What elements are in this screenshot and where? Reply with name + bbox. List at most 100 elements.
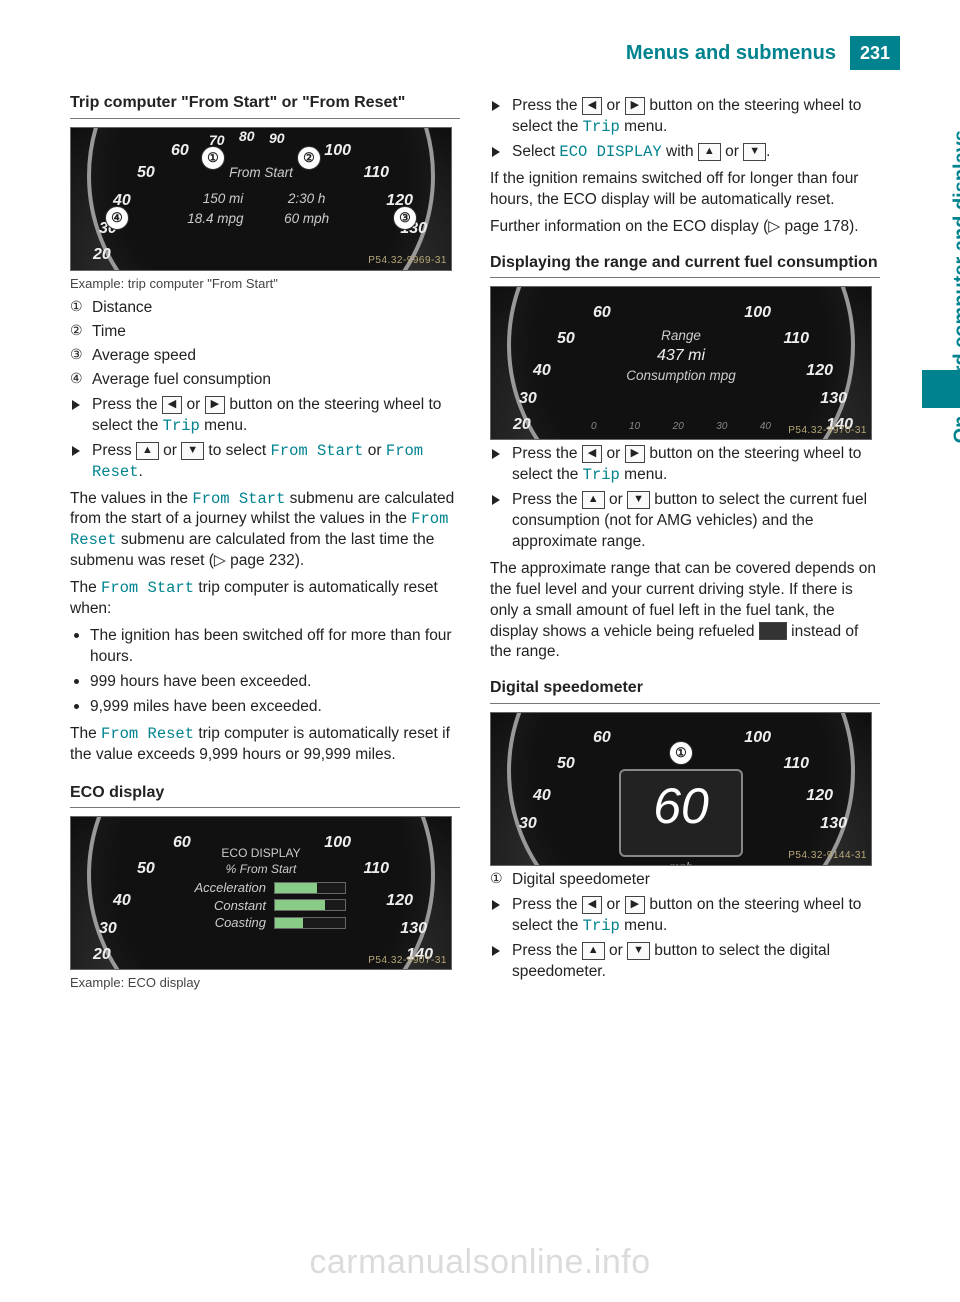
- column-right: Press the ◀ or ▶ button on the steering …: [490, 92, 880, 998]
- page-number: 231: [850, 36, 900, 70]
- legend-item: ② Time: [70, 322, 460, 343]
- figure-trip-computer: 20 30 40 50 60 70 80 90 100 110 120 130 …: [70, 127, 452, 271]
- legend-item: ① Distance: [70, 298, 460, 319]
- right-arrow-button-icon: ▶: [625, 97, 645, 115]
- figure-caption: Example: ECO display: [70, 974, 460, 992]
- section-side-tab: [922, 370, 960, 408]
- callout-1-icon: ①: [669, 741, 693, 765]
- left-arrow-button-icon: ◀: [582, 445, 602, 463]
- gauge-label: Consumption mpg: [626, 367, 736, 385]
- menu-name: From Start: [101, 579, 194, 597]
- figure-caption: Example: trip computer "From Start": [70, 275, 460, 293]
- heading-rule: [490, 277, 880, 278]
- body-text: Further information on the ECO display (…: [490, 217, 880, 238]
- legend-num-icon: ③: [70, 347, 83, 366]
- step-item: Press the ▲ or ▼ button to select the cu…: [490, 490, 880, 553]
- figure-digital-speedo: 30 40 50 60 100 110 120 130 ① 60 mph P54…: [490, 712, 872, 866]
- gauge-label: ECO DISPLAY: [221, 845, 300, 861]
- gauge-label: From Start: [229, 164, 293, 182]
- gauge-value-mpg: 18.4 mpg: [187, 210, 243, 228]
- left-arrow-button-icon: ◀: [162, 396, 182, 414]
- figure-range: 20 30 40 50 60 100 110 120 130 140 Range…: [490, 286, 872, 440]
- legend-num-icon: ②: [70, 323, 83, 342]
- up-arrow-button-icon: ▲: [136, 442, 159, 460]
- step-triangle-icon: [492, 449, 500, 459]
- gauge-value-time: 2:30 h: [288, 190, 326, 208]
- step-item: Press ▲ or ▼ to select From Start or Fro…: [70, 441, 460, 483]
- figure-code: P54.32-9969-31: [368, 254, 447, 268]
- heading-trip-computer: Trip computer "From Start" or "From Rese…: [70, 92, 460, 114]
- speedo-value: 60: [621, 781, 741, 831]
- legend-label: Average fuel consumption: [92, 371, 271, 388]
- right-arrow-button-icon: ▶: [625, 445, 645, 463]
- bullet-item: The ignition has been switched off for m…: [70, 626, 460, 668]
- callout-4-icon: ④: [105, 206, 129, 230]
- step-item: Press the ◀ or ▶ button on the steering …: [70, 395, 460, 437]
- legend-label: Time: [92, 323, 126, 340]
- header-title: Menus and submenus: [626, 36, 850, 70]
- menu-name: ECO DISPLAY: [559, 143, 661, 161]
- up-arrow-button-icon: ▲: [582, 491, 605, 509]
- heading-rule: [490, 703, 880, 704]
- menu-name: Trip: [583, 118, 620, 136]
- right-arrow-button-icon: ▶: [205, 396, 225, 414]
- eco-row-label: Acceleration: [176, 879, 266, 897]
- legend-item: ④Average fuel consumption: [70, 370, 460, 391]
- callout-3-icon: ③: [393, 206, 417, 230]
- body-text: The values in the From Start submenu are…: [70, 489, 460, 573]
- gauge-tick: 20: [93, 244, 111, 266]
- step-item: Press the ▲ or ▼ button to select the di…: [490, 941, 880, 983]
- step-item: Press the ◀ or ▶ button on the steering …: [490, 895, 880, 937]
- body-text: If the ignition remains switched off for…: [490, 169, 880, 211]
- right-arrow-button-icon: ▶: [625, 896, 645, 914]
- step-triangle-icon: [492, 101, 500, 111]
- step-triangle-icon: [72, 446, 80, 456]
- up-arrow-button-icon: ▲: [582, 942, 605, 960]
- gauge-label: % From Start: [226, 861, 297, 877]
- down-arrow-button-icon: ▼: [627, 491, 650, 509]
- consumption-scale: 010203040: [591, 420, 771, 434]
- page-content: Trip computer "From Start" or "From Rese…: [70, 92, 880, 998]
- step-triangle-icon: [72, 400, 80, 410]
- step-item: Press the ◀ or ▶ button on the steering …: [490, 96, 880, 138]
- step-triangle-icon: [492, 147, 500, 157]
- speedo-unit: mph: [619, 859, 743, 866]
- legend-num-icon: ①: [70, 299, 83, 318]
- figure-code: P54.32-9970-31: [788, 424, 867, 438]
- down-arrow-button-icon: ▼: [627, 942, 650, 960]
- menu-name: Trip: [583, 917, 620, 935]
- bullet-item: 999 hours have been exceeded.: [70, 672, 460, 693]
- step-triangle-icon: [492, 495, 500, 505]
- legend-label: Distance: [92, 299, 152, 316]
- gauge-value-range: 437 mi: [657, 345, 705, 367]
- gauge-tick: 50: [137, 162, 155, 184]
- body-text: The From Start trip computer is automati…: [70, 578, 460, 620]
- legend-label: Digital speedometer: [512, 871, 650, 888]
- step-triangle-icon: [492, 900, 500, 910]
- heading-range: Displaying the range and current fuel co…: [490, 252, 880, 274]
- watermark: carmanualsonline.info: [309, 1243, 650, 1282]
- callout-2-icon: ②: [297, 146, 321, 170]
- menu-name: From Start: [192, 490, 285, 508]
- gauge-value-distance: 150 mi: [203, 190, 244, 208]
- step-item: Select ECO DISPLAY with ▲ or ▼.: [490, 142, 880, 163]
- gauge-tick: 60: [171, 140, 189, 162]
- legend-label: Average speed: [92, 347, 196, 364]
- eco-bar: [274, 882, 346, 894]
- gauge-tick: 80: [239, 127, 255, 146]
- legend-item: ③ Average speed: [70, 346, 460, 367]
- legend-num-icon: ①: [490, 871, 503, 890]
- page-header: Menus and submenus 231: [626, 36, 900, 70]
- down-arrow-button-icon: ▼: [181, 442, 204, 460]
- heading-digital-speedo: Digital speedometer: [490, 677, 880, 699]
- column-left: Trip computer "From Start" or "From Rese…: [70, 92, 460, 998]
- refuel-icon: [759, 622, 787, 640]
- gauge-tick: 90: [269, 129, 285, 148]
- step-triangle-icon: [492, 946, 500, 956]
- speedo-box: 60: [619, 769, 743, 857]
- callout-1-icon: ①: [201, 146, 225, 170]
- figure-code: P54.32-9907-31: [368, 954, 447, 968]
- legend-item: ① Digital speedometer: [490, 870, 880, 891]
- eco-bar: [274, 899, 346, 911]
- left-arrow-button-icon: ◀: [582, 896, 602, 914]
